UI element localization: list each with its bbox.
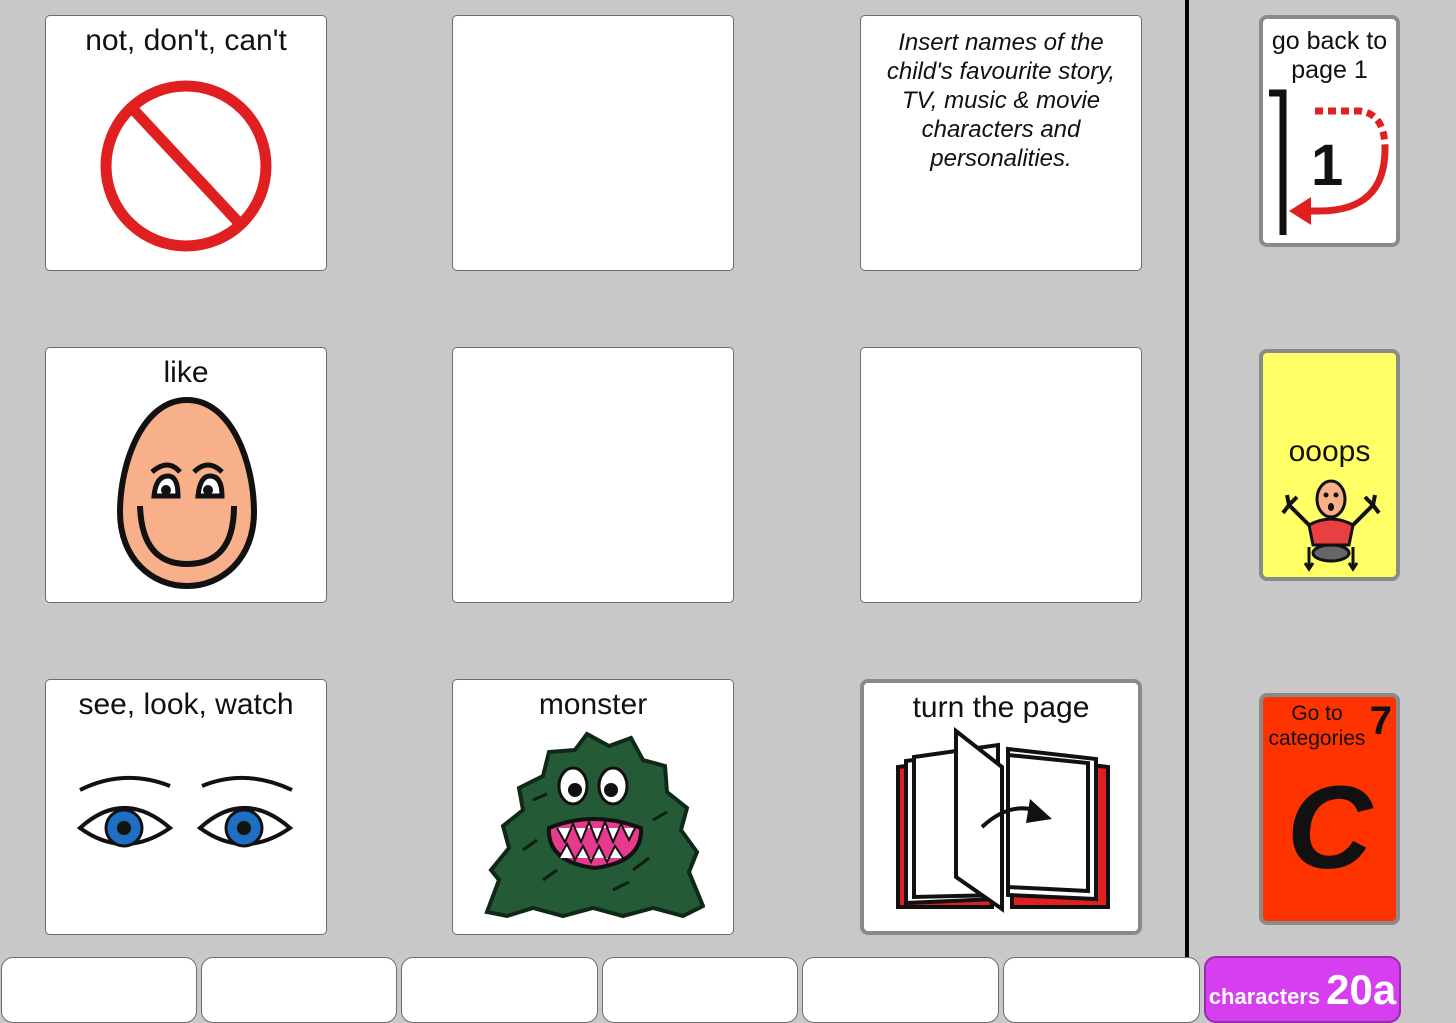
- categories-label: Go to categories: [1268, 702, 1366, 750]
- categories-number: 7: [1369, 699, 1392, 743]
- cell-label: see, look, watch: [78, 688, 294, 721]
- cell-like[interactable]: like: [45, 347, 327, 603]
- instruction-note: Insert names of the child's favourite st…: [886, 29, 1116, 172]
- cell-empty-1[interactable]: [452, 15, 734, 271]
- open-book-icon: [896, 727, 1110, 913]
- cell-turn-the-page[interactable]: turn the page: [860, 679, 1142, 935]
- message-slot-5[interactable]: [802, 957, 999, 1023]
- monster-icon: [484, 731, 705, 919]
- vertical-divider: [1185, 0, 1189, 958]
- cell-monster[interactable]: monster: [452, 679, 734, 935]
- message-slot-4[interactable]: [602, 957, 798, 1023]
- cell-empty-3[interactable]: [860, 347, 1142, 603]
- cell-see-look-watch[interactable]: see, look, watch: [45, 679, 327, 935]
- go-to-categories-button[interactable]: Go to categories 7 C: [1259, 693, 1400, 925]
- ooops-label: ooops: [1288, 435, 1371, 468]
- cell-label: like: [163, 356, 209, 389]
- cell-label: turn the page: [912, 691, 1090, 724]
- ooops-button[interactable]: ooops: [1259, 349, 1400, 581]
- cell-not-dont-cant[interactable]: not, don't, can't: [45, 15, 327, 271]
- go-back-page-1-button[interactable]: go back to page 1 1: [1259, 15, 1400, 247]
- message-slot-2[interactable]: [201, 957, 397, 1023]
- message-slot-3[interactable]: [401, 957, 598, 1023]
- cell-empty-2[interactable]: [452, 347, 734, 603]
- no-symbol-icon: [100, 80, 272, 252]
- cell-label: not, don't, can't: [85, 24, 287, 57]
- cell-note[interactable]: Insert names of the child's favourite st…: [860, 15, 1142, 271]
- cell-label: monster: [538, 688, 648, 721]
- page-number: 1: [1311, 133, 1344, 198]
- smiling-face-icon: [116, 396, 258, 590]
- eyes-icon: [76, 776, 294, 848]
- categories-letter: C: [1286, 762, 1373, 894]
- message-slot-6[interactable]: [1003, 957, 1200, 1023]
- page-identifier-badge: characters 20a: [1204, 956, 1401, 1023]
- go-back-label: go back to page 1: [1271, 27, 1388, 84]
- page-number-label: 20a: [1326, 966, 1397, 1013]
- dropped-plate-person-icon: [1281, 479, 1381, 572]
- page-category: characters: [1208, 984, 1321, 1009]
- message-slot-1[interactable]: [1, 957, 197, 1023]
